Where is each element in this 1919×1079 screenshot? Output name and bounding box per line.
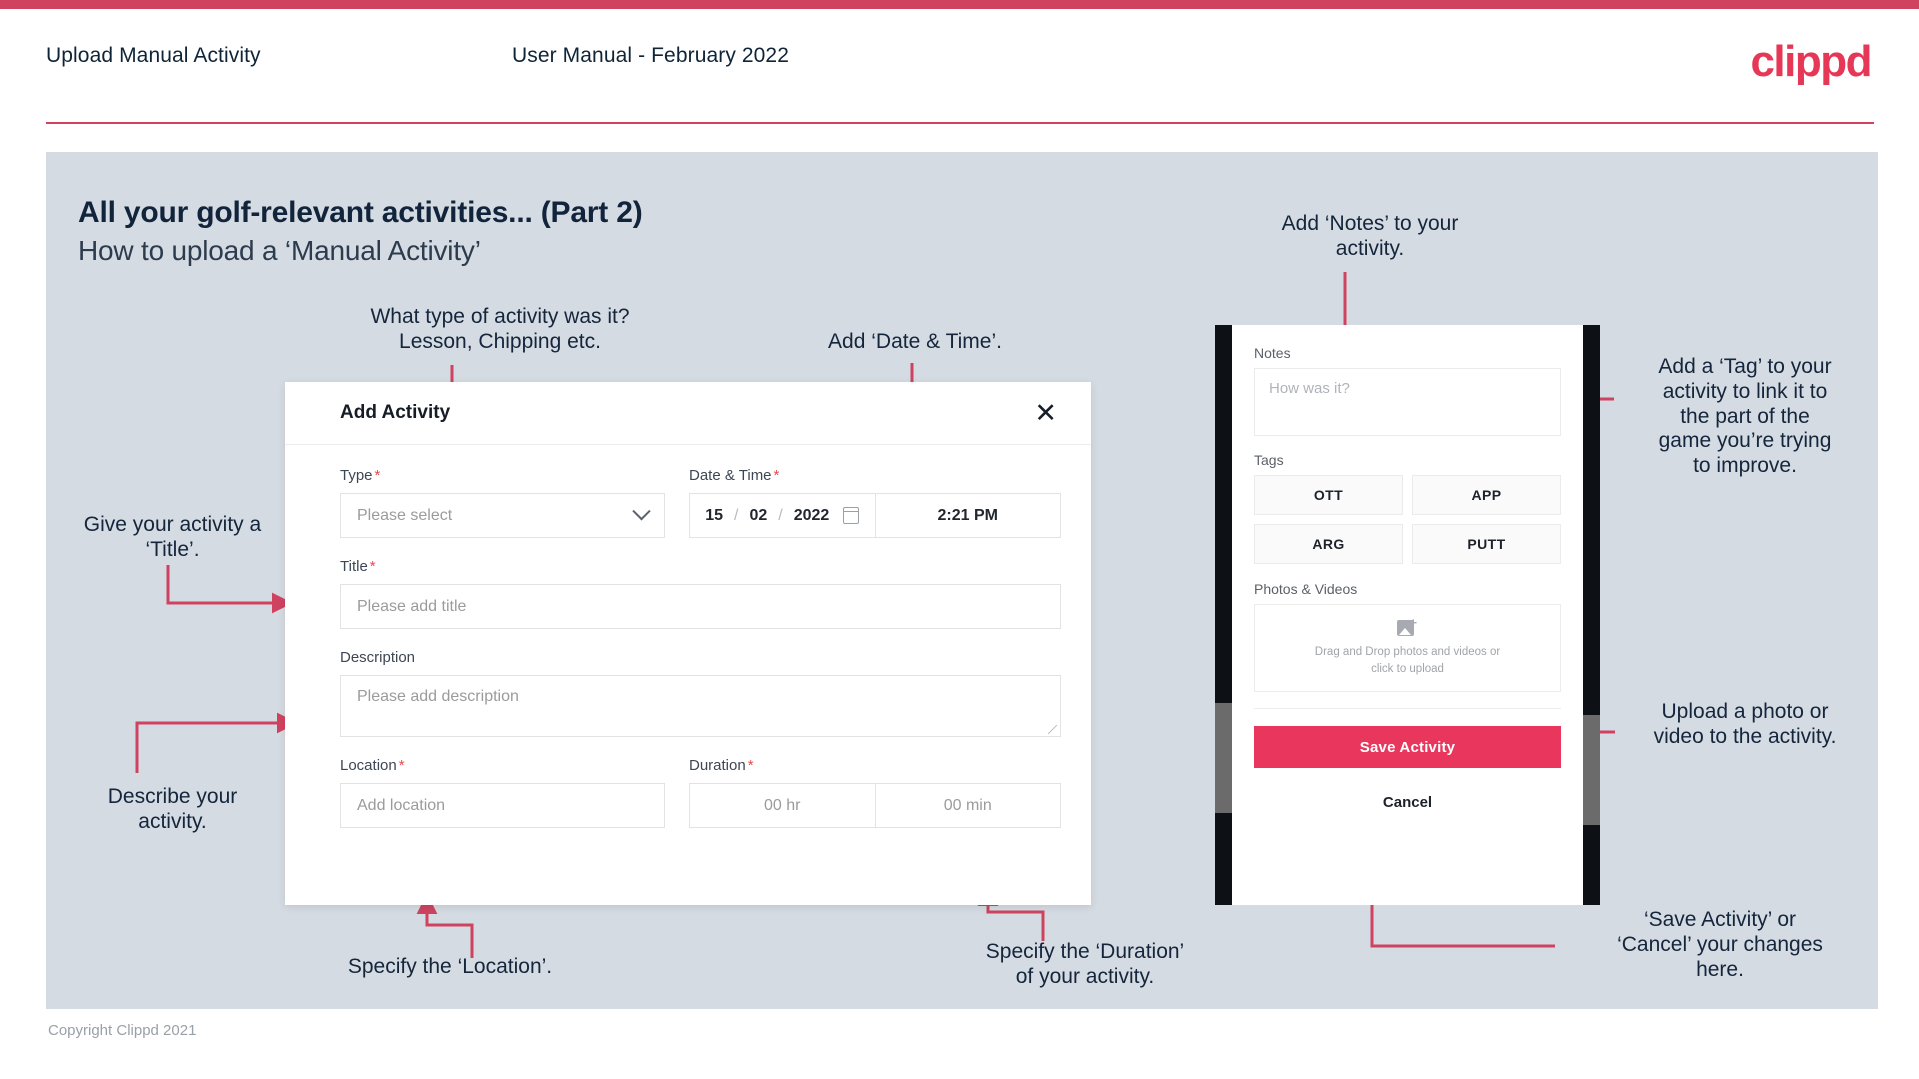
- date-month: 02: [749, 506, 768, 524]
- slide-title: All your golf-relevant activities... (Pa…: [78, 196, 643, 229]
- type-select[interactable]: Please select: [340, 493, 665, 538]
- type-datetime-row: Type* Please select Date & Time* 15 /: [340, 467, 1061, 538]
- duration-minutes-input[interactable]: 00 min: [874, 784, 1061, 827]
- location-duration-row: Location * Add location Duration * 00 hr 0…: [340, 757, 1061, 828]
- chevron-down-icon: [632, 502, 651, 521]
- add-activity-dialog: Add Activity ✕ Type * Please select Date …: [285, 382, 1091, 905]
- tag-app[interactable]: APP: [1412, 475, 1561, 515]
- type-placeholder: Please select: [357, 506, 453, 524]
- slide-subtitle: How to upload a ‘Manual Activity’: [78, 235, 481, 266]
- description-field-group: Description Please add description: [340, 649, 1061, 737]
- required-marker: *: [747, 757, 754, 774]
- datetime-label-text: Date & Time: [689, 467, 772, 484]
- dropzone-text: Drag and Drop photos and videos or click…: [1315, 644, 1500, 677]
- required-marker: *: [773, 467, 780, 484]
- calendar-icon[interactable]: [842, 507, 860, 524]
- phone-left-bezel: [1215, 325, 1232, 905]
- header-title: Upload Manual Activity: [46, 44, 261, 67]
- title-input[interactable]: Please add title: [340, 584, 1061, 629]
- close-icon[interactable]: ✕: [1030, 399, 1061, 427]
- datetime-inputs: 15 / 02 / 2022 2:21 PM: [689, 493, 1061, 538]
- annotation-upload: Upload a photo or video to the activity.: [1653, 700, 1837, 748]
- location-placeholder: Add location: [357, 796, 446, 814]
- type-field-group: Type * Please select: [340, 467, 665, 538]
- description-label: Description: [340, 649, 416, 666]
- datetime-field-group: Date & Time * 15 / 02 / 2022 2:21 PM: [689, 467, 1061, 538]
- date-sep-1: /: [734, 506, 739, 524]
- notes-label: Notes: [1254, 345, 1291, 361]
- time-input[interactable]: 2:21 PM: [876, 494, 1061, 537]
- dropzone-line-1: Drag and Drop photos and videos or: [1314, 646, 1501, 659]
- slide-page: Upload Manual Activity User Manual - Feb…: [0, 0, 1919, 1079]
- date-day: 15: [705, 506, 723, 524]
- annotation-duration: Specify the ‘Duration’ of your activity.: [985, 940, 1185, 988]
- tags-grid: OTT APP ARG PUTT: [1254, 475, 1561, 564]
- tags-label: Tags: [1254, 452, 1284, 468]
- annotation-notes: Add ‘Notes’ to your activity.: [1281, 212, 1459, 260]
- required-marker: *: [374, 467, 381, 484]
- title-label-text: Title: [340, 558, 368, 575]
- phone-left-button: [1215, 703, 1232, 813]
- required-marker: *: [369, 558, 376, 575]
- clippd-logo: clippd: [1750, 37, 1872, 86]
- location-input[interactable]: Add location: [340, 783, 665, 828]
- phone-screen: Notes How was it? Tags OTT APP ARG PUTT …: [1232, 325, 1583, 905]
- date-year: 2022: [793, 506, 830, 524]
- duration-label-text: Duration: [689, 757, 746, 774]
- top-accent-bar: [0, 0, 1919, 9]
- photo-upload-dropzone[interactable]: + Drag and Drop photos and videos or cli…: [1254, 604, 1561, 692]
- annotation-describe: Describe your activity.: [107, 785, 238, 833]
- tag-ott[interactable]: OTT: [1254, 475, 1403, 515]
- header-subtitle: User Manual - February 2022: [512, 44, 789, 67]
- location-label-text: Location: [340, 757, 397, 774]
- dialog-title: Add Activity: [340, 402, 451, 423]
- save-activity-button[interactable]: Save Activity: [1254, 726, 1561, 768]
- duration-label: Duration *: [689, 757, 1061, 774]
- dropzone-line-2: click to upload: [1371, 663, 1444, 675]
- notes-input[interactable]: How was it?: [1254, 368, 1561, 436]
- type-label: Type *: [340, 467, 665, 484]
- annotation-title: Give your activity a ‘Title’.: [83, 513, 262, 561]
- phone-right-button: [1583, 715, 1600, 825]
- footer-copyright: Copyright Clippd 2021: [48, 1022, 197, 1039]
- description-textarea[interactable]: Please add description: [340, 675, 1061, 737]
- date-input[interactable]: 15 / 02 / 2022: [690, 494, 876, 537]
- type-label-text: Type: [340, 467, 373, 484]
- title-field-group: Title * Please add title: [340, 558, 1061, 629]
- title-label: Title *: [340, 558, 1061, 575]
- duration-hours-input[interactable]: 00 hr: [690, 784, 875, 827]
- duration-field-group: Duration * 00 hr 00 min: [689, 757, 1061, 828]
- dialog-body: Type* Please select Date & Time* 15 /: [285, 445, 1091, 828]
- annotation-save: ‘Save Activity’ or ‘Cancel’ your changes…: [1617, 908, 1823, 981]
- annotation-type: What type of activity was it? Lesson, Ch…: [370, 305, 630, 353]
- dialog-header: Add Activity ✕: [285, 382, 1091, 445]
- phone-right-bezel: [1583, 325, 1600, 905]
- annotation-location: Specify the ‘Location’.: [347, 955, 553, 978]
- cancel-button[interactable]: Cancel: [1254, 794, 1561, 811]
- location-label: Location *: [340, 757, 665, 774]
- photos-videos-label: Photos & Videos: [1254, 581, 1358, 597]
- phone-mockup: Notes How was it? Tags OTT APP ARG PUTT …: [1215, 325, 1600, 905]
- tag-arg[interactable]: ARG: [1254, 524, 1403, 564]
- location-field-group: Location * Add location: [340, 757, 665, 828]
- notes-placeholder: How was it?: [1269, 380, 1350, 397]
- title-placeholder: Please add title: [357, 597, 467, 615]
- phone-divider: [1254, 708, 1561, 709]
- required-marker: *: [398, 757, 405, 774]
- date-sep-2: /: [778, 506, 783, 524]
- annotation-datetime: Add ‘Date & Time’.: [828, 330, 1002, 353]
- tag-putt[interactable]: PUTT: [1412, 524, 1561, 564]
- duration-inputs: 00 hr 00 min: [689, 783, 1061, 828]
- annotation-tag: Add a ‘Tag’ to your activity to link it …: [1658, 355, 1832, 478]
- description-placeholder: Please add description: [357, 688, 519, 705]
- datetime-label: Date & Time *: [689, 467, 1061, 484]
- header-divider: [46, 122, 1874, 124]
- image-add-icon: +: [1396, 616, 1419, 637]
